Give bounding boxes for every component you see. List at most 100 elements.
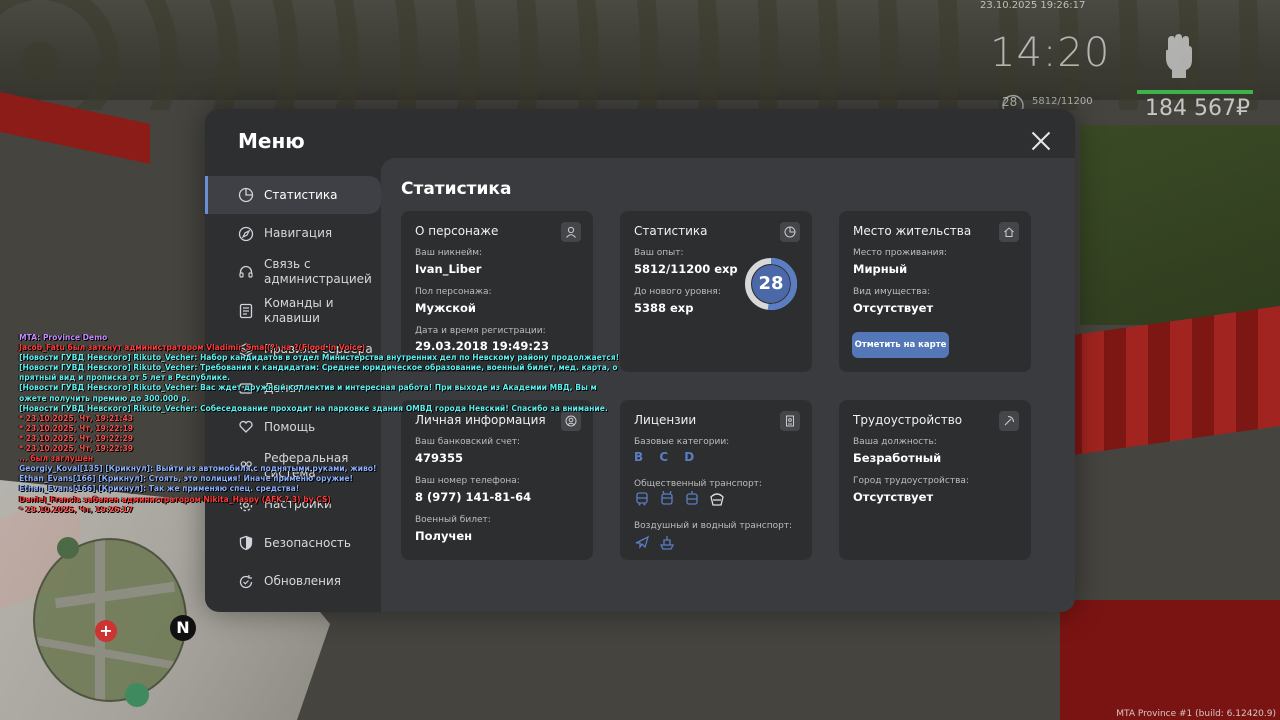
home-icon [999, 222, 1019, 242]
property-label: Вид имущества: [853, 287, 931, 297]
level-number: 28 [758, 273, 784, 294]
chat-line: [Новости ГУВД Невского] Rikuto_Vecher: Н… [19, 353, 620, 363]
sidebar-item-0[interactable]: Статистика [205, 176, 381, 214]
exp-value: 5812/11200 exp [634, 262, 738, 276]
chat-line: Georgiy_Koval[135] [Крикнул]: Выйти из а… [19, 464, 377, 474]
card-stats: Статистика Ваш опыт: 5812/11200 exp До н… [620, 211, 812, 372]
card-licenses: Лицензии Базовые категории: B C D Общест… [620, 400, 812, 560]
air-water-icons [634, 534, 675, 550]
pickaxe-icon [999, 411, 1019, 431]
chat-line: * 23.10.2025, Чт, 19:26:17 [19, 504, 134, 514]
pie-chart-icon [238, 187, 254, 203]
position-value: Безработный [853, 451, 942, 465]
list-icon [239, 303, 253, 319]
property-value: Отсутствует [853, 301, 934, 315]
minimap-road [54, 581, 176, 609]
menu-title: Меню [238, 129, 305, 153]
sidebar-item-9[interactable]: Безопасность [205, 524, 381, 562]
chat-line: Jacob_Fatu был заткнут администратором V… [19, 343, 366, 353]
chat-line: * 23.10.2025, Чт, 19:21:43 [19, 413, 134, 423]
sidebar-item-label: Безопасность [264, 535, 351, 550]
chat-line: MTA: Province Demo [19, 333, 108, 342]
hud-datetime: 23.10.2025 19:26:17 [980, 0, 1086, 11]
chat-line: [Новости ГУВД Невского] Rikuto_Vecher: Т… [19, 363, 618, 373]
base-categories-label: Базовые категории: [634, 437, 730, 447]
tram-icon [686, 491, 698, 505]
nickname-label: Ваш никнейм: [415, 248, 483, 258]
job-city-value: Отсутствует [853, 490, 934, 504]
base-categories: B C D [634, 450, 701, 464]
hud-clock: 14:20 [990, 30, 1111, 76]
card-residence: Место жительства Место проживания: Мирны… [839, 211, 1031, 372]
shield-icon [239, 535, 253, 551]
pie-chart-icon [780, 222, 800, 242]
next-level-value: 5388 exp [634, 301, 694, 315]
position-label: Ваша должность: [853, 437, 937, 447]
card-title: Лицензии [634, 413, 697, 427]
chat-line: * 23.10.2025, Чт, 19:22:29 [19, 433, 134, 443]
fist-icon [1166, 34, 1192, 78]
military-label: Военный билет: [415, 515, 491, 525]
chat-line: * 23.10.2025, Чт, 19:22:19 [19, 423, 134, 433]
red-barrier [1060, 600, 1280, 720]
job-city-label: Город трудоустройства: [853, 476, 969, 486]
card-job: Трудоустройство Ваша должность: Безработ… [839, 400, 1031, 560]
chat-line: [Новости ГУВД Невского] Rikuto_Vecher: В… [19, 383, 597, 393]
next-level-label: До нового уровня: [634, 287, 721, 297]
minimap-marker-icon [57, 537, 79, 559]
chat-line: [Новости ГУВД Невского] Rikuto_Vecher: С… [19, 403, 608, 413]
public-transport-label: Общественный транспорт: [634, 479, 762, 489]
nickname-value: Ivan_Liber [415, 262, 482, 276]
gender-value: Мужской [415, 301, 476, 315]
chat-line: Ethan_Evans[166] [Крикнул]: Так же приме… [19, 484, 300, 494]
boat-icon [659, 536, 675, 550]
air-water-label: Воздушный и водный транспорт: [634, 521, 793, 531]
metro-icon [710, 493, 724, 506]
trolleybus-icon [661, 491, 673, 505]
sidebar-item-label: Навигация [264, 226, 333, 241]
card-title: Статистика [634, 224, 708, 238]
hud-health-bar [1137, 90, 1253, 94]
hud-level: 28 [1002, 95, 1018, 109]
north-indicator: N [170, 615, 196, 641]
sidebar-item-1[interactable]: Навигация [205, 215, 381, 253]
chat-line: ... был заглушен [19, 454, 94, 464]
minimap-car-icon [125, 683, 149, 707]
bus-icon [636, 492, 648, 506]
chat-log: MTA: Province Demo Jacob_Fatu был заткнут… [19, 333, 620, 515]
sidebar-item-label: Команды и клавиши [264, 296, 334, 326]
sidebar-item-10[interactable]: Обновления [205, 563, 381, 601]
sidebar-item-label: Связь с администрацией [264, 257, 372, 287]
card-title: О персонаже [415, 224, 499, 238]
place-label: Место проживания: [853, 248, 947, 258]
chat-line: прятный вид и прописка от 5 лет в Респуб… [19, 373, 230, 383]
user-icon [561, 222, 581, 242]
refresh-icon [239, 574, 253, 588]
plane-icon [635, 535, 650, 550]
headset-icon [239, 266, 253, 278]
sidebar-item-label: Статистика [264, 187, 338, 202]
hospital-icon: + [95, 620, 117, 642]
card-title: Трудоустройство [853, 413, 963, 427]
mark-on-map-button[interactable]: Отметить на карте [852, 332, 949, 358]
build-info: MTA Province #1 (build: 6.12420.9) [1116, 709, 1276, 719]
place-value: Мирный [853, 262, 908, 276]
gender-label: Пол персонажа: [415, 287, 492, 297]
close-icon[interactable] [1031, 131, 1051, 151]
military-value: Получен [415, 529, 473, 543]
card-title: Место жительства [853, 224, 972, 238]
chat-line: ожете получить премию до 300.000 р. [19, 393, 190, 403]
compass-icon [238, 226, 254, 241]
chat-line: * 23.10.2025, Чт, 19:22:39 [19, 444, 134, 454]
sidebar-item-2[interactable]: Связь с администрацией [205, 253, 381, 291]
sidebar-item-label: Обновления [264, 574, 342, 589]
license-icon [780, 411, 800, 431]
chat-line: Daniel_Francis забанен администратором N… [19, 494, 331, 504]
minimap-road [35, 637, 185, 671]
grass-area [1080, 125, 1280, 325]
public-transport-icons [634, 491, 725, 507]
exp-label: Ваш опыт: [634, 248, 684, 258]
content-title: Статистика [401, 179, 512, 199]
sidebar-item-3[interactable]: Команды и клавиши [205, 292, 381, 330]
chat-line: Ethan_Evans[166] [Крикнул]: Стоять, это … [19, 474, 353, 484]
